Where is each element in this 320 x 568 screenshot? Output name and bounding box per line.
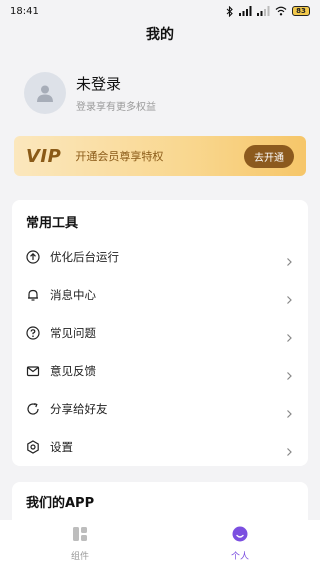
nav-label-profile: 个人 [230, 552, 249, 562]
bell-icon [26, 288, 40, 302]
vip-logo: VIP [26, 145, 62, 167]
nav-item-widgets[interactable]: 组件 [40, 526, 120, 562]
tool-row-faq[interactable]: 常见问题 [12, 314, 308, 352]
profile-section[interactable]: 未登录 登录享有更多权益 [24, 72, 156, 114]
vip-text: 开通会员尊享特权 [75, 150, 164, 163]
settings-hexagon-icon [26, 440, 40, 454]
profile-subtitle: 登录享有更多权益 [76, 102, 156, 113]
tool-row-optimize[interactable]: 优化后台运行 [12, 238, 308, 276]
mail-icon [26, 364, 40, 378]
share-refresh-icon [26, 402, 40, 416]
tools-card: 常用工具 优化后台运行 消息中心 常见问题 意见反馈 分享给好友 设置 [12, 200, 308, 466]
chevron-right-icon [284, 366, 294, 380]
chevron-right-icon [284, 442, 294, 456]
status-icons: 83 [226, 5, 310, 17]
chevron-right-icon [284, 404, 294, 418]
help-circle-icon [26, 326, 40, 340]
nav-item-profile[interactable]: 个人 [200, 526, 280, 562]
apps-title: 我们的APP [26, 496, 95, 511]
vip-open-button[interactable]: 去开通 [244, 144, 294, 168]
page-title: 我的 [146, 27, 174, 43]
tool-label: 常见问题 [50, 326, 96, 340]
bluetooth-icon [226, 5, 234, 17]
nav-label-widgets: 组件 [70, 552, 89, 562]
wifi-icon [275, 6, 287, 16]
chevron-right-icon [284, 252, 294, 266]
battery-indicator: 83 [292, 6, 310, 16]
tool-label: 设置 [50, 440, 73, 454]
tool-label: 消息中心 [50, 288, 96, 302]
bottom-nav: 组件 个人 [0, 520, 320, 568]
tool-label: 优化后台运行 [50, 250, 119, 264]
profile-name[interactable]: 未登录 [76, 73, 156, 94]
tool-row-share[interactable]: 分享给好友 [12, 390, 308, 428]
person-icon [232, 526, 248, 546]
status-bar: 18:41 83 [0, 0, 320, 22]
vip-banner[interactable]: VIP 开通会员尊享特权 去开通 [14, 136, 306, 176]
chevron-right-icon [284, 290, 294, 304]
tool-label: 意见反馈 [50, 364, 96, 378]
status-time: 18:41 [10, 5, 39, 17]
person-placeholder-icon [37, 85, 53, 102]
avatar[interactable] [24, 72, 66, 114]
tool-label: 分享给好友 [50, 402, 108, 416]
chevron-right-icon [284, 328, 294, 342]
tool-row-settings[interactable]: 设置 [12, 428, 308, 466]
tools-title: 常用工具 [26, 216, 79, 231]
signal-icon-2 [257, 6, 270, 16]
signal-icon [239, 6, 252, 16]
widgets-icon [72, 526, 88, 546]
tool-row-messages[interactable]: 消息中心 [12, 276, 308, 314]
tool-row-feedback[interactable]: 意见反馈 [12, 352, 308, 390]
upload-circle-icon [26, 250, 40, 264]
